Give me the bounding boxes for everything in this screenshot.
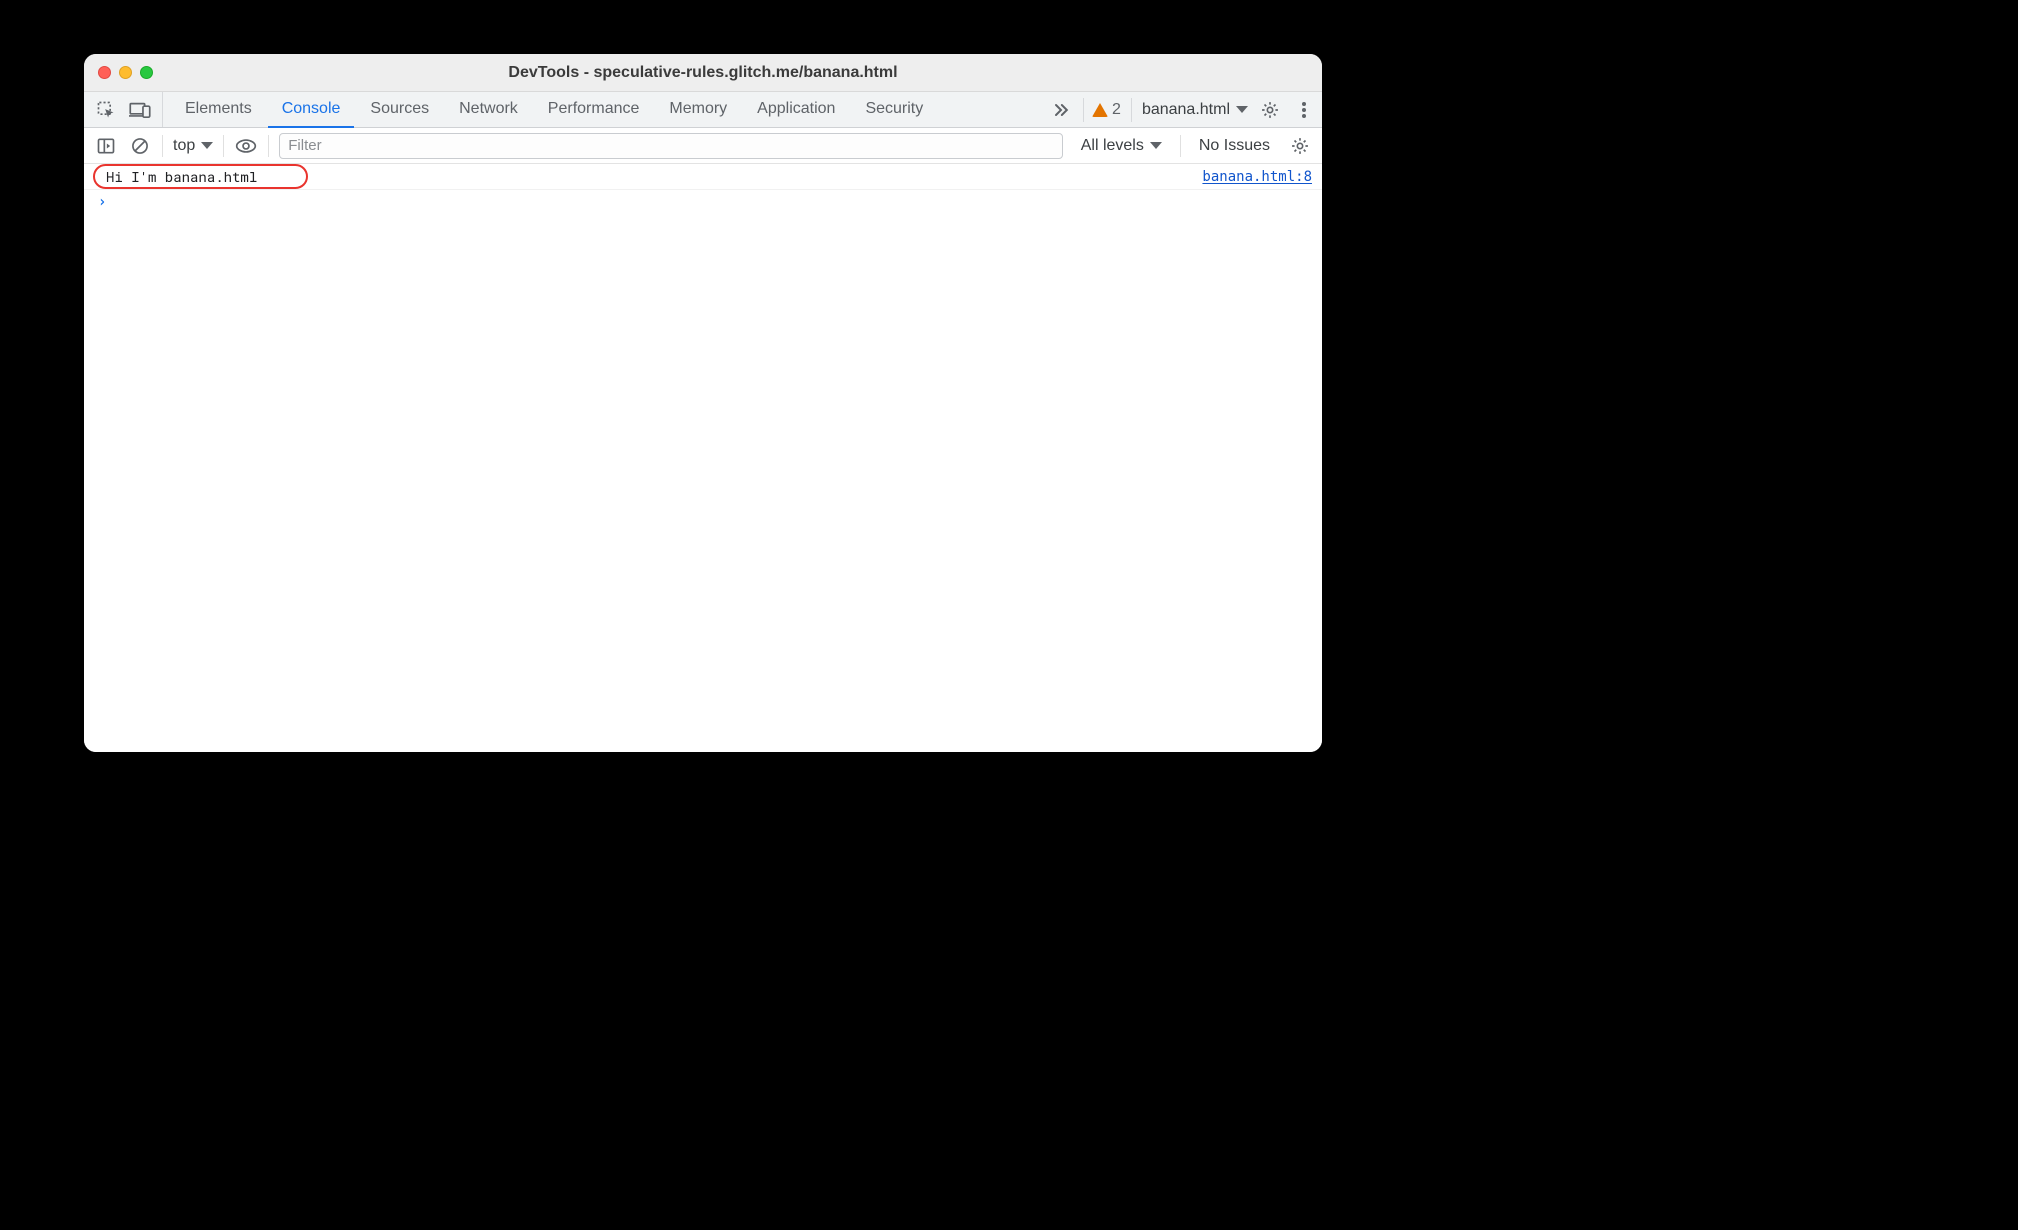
- separator: [223, 135, 224, 157]
- more-tabs-icon[interactable]: [1049, 98, 1073, 122]
- tab-console[interactable]: Console: [268, 92, 355, 128]
- levels-label: All levels: [1081, 137, 1144, 155]
- log-message: Hi I'm banana.html: [106, 167, 257, 186]
- tab-sources[interactable]: Sources: [356, 92, 443, 128]
- inspect-element-icon[interactable]: [94, 98, 118, 122]
- warnings-indicator[interactable]: 2: [1083, 98, 1121, 122]
- live-expression-icon[interactable]: [234, 134, 258, 158]
- issues-indicator[interactable]: No Issues: [1191, 137, 1278, 155]
- clear-console-icon[interactable]: [128, 134, 152, 158]
- titlebar: DevTools - speculative-rules.glitch.me/b…: [84, 54, 1322, 92]
- separator: [1180, 135, 1181, 157]
- warning-icon: [1092, 103, 1108, 117]
- window-controls: [84, 66, 153, 79]
- log-source-link[interactable]: banana.html:8: [1202, 169, 1312, 185]
- prompt-chevron-icon: ›: [98, 193, 106, 211]
- warning-count: 2: [1112, 101, 1121, 119]
- context-label: top: [173, 137, 195, 155]
- close-window-button[interactable]: [98, 66, 111, 79]
- target-label: banana.html: [1142, 101, 1230, 119]
- console-prompt[interactable]: ›: [84, 190, 1322, 214]
- window-title: DevTools - speculative-rules.glitch.me/b…: [84, 64, 1322, 82]
- console-output: Hi I'm banana.html banana.html:8 ›: [84, 164, 1322, 752]
- tab-network[interactable]: Network: [445, 92, 532, 128]
- target-dropdown[interactable]: banana.html: [1131, 98, 1248, 122]
- console-filter-input[interactable]: [279, 133, 1062, 159]
- separator: [162, 135, 163, 157]
- separator: [268, 135, 269, 157]
- minimize-window-button[interactable]: [119, 66, 132, 79]
- tab-security[interactable]: Security: [851, 92, 937, 128]
- console-settings-icon[interactable]: [1288, 134, 1312, 158]
- maximize-window-button[interactable]: [140, 66, 153, 79]
- tab-application[interactable]: Application: [743, 92, 849, 128]
- tab-elements[interactable]: Elements: [171, 92, 266, 128]
- devtools-window: DevTools - speculative-rules.glitch.me/b…: [84, 54, 1322, 752]
- console-toolbar: top All levels No Issues: [84, 128, 1322, 164]
- toggle-sidebar-icon[interactable]: [94, 134, 118, 158]
- device-toolbar-icon[interactable]: [128, 98, 152, 122]
- tab-performance[interactable]: Performance: [534, 92, 654, 128]
- chevron-down-icon: [1236, 106, 1248, 113]
- devtools-tabstrip: Elements Console Sources Network Perform…: [84, 92, 1322, 128]
- settings-icon[interactable]: [1258, 98, 1282, 122]
- chevron-down-icon: [1150, 142, 1162, 149]
- context-dropdown[interactable]: top: [173, 137, 213, 155]
- chevron-down-icon: [201, 142, 213, 149]
- log-levels-dropdown[interactable]: All levels: [1073, 137, 1170, 155]
- tab-memory[interactable]: Memory: [655, 92, 741, 128]
- kebab-menu-icon[interactable]: [1292, 98, 1316, 122]
- panel-tabs: Elements Console Sources Network Perform…: [171, 92, 937, 127]
- console-log-row[interactable]: Hi I'm banana.html banana.html:8: [84, 164, 1322, 190]
